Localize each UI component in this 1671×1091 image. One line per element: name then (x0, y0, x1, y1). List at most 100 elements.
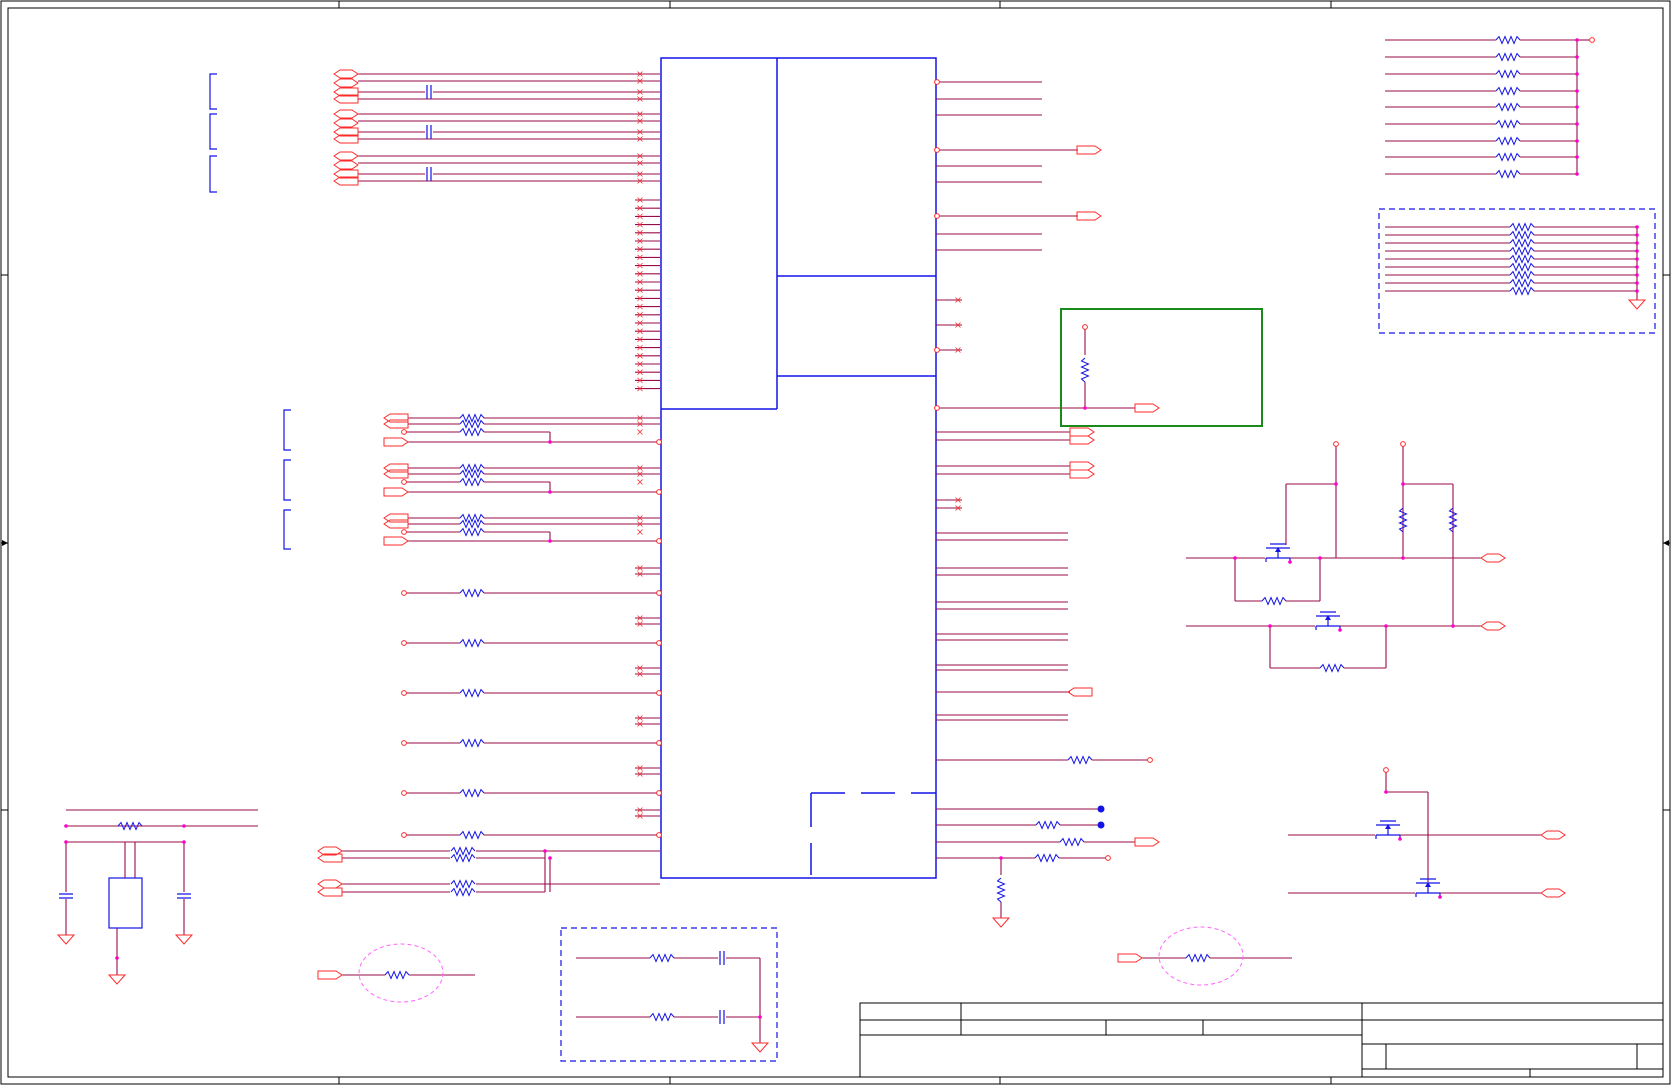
port-arrow-icon (1134, 837, 1160, 847)
frame-markers (2, 540, 1669, 546)
resistor-icon (1495, 136, 1521, 146)
junction-dot (1338, 628, 1342, 632)
resistor-icon (459, 477, 485, 487)
capacitor-icon (426, 85, 432, 99)
capacitor-icon (719, 1010, 725, 1024)
resistor-icon (1080, 357, 1090, 383)
port-arrow-icon (1480, 553, 1506, 563)
resistor-icon (1495, 169, 1521, 179)
port-arrow-icon (1540, 888, 1566, 898)
pin-terminal (401, 790, 407, 796)
port-arrow-icon (383, 437, 409, 447)
pin-terminal (1105, 855, 1111, 861)
resistor-icon (1185, 953, 1211, 963)
junction-dot (1575, 155, 1579, 159)
resistor-icon (1509, 270, 1535, 280)
port-arrow-icon (333, 118, 359, 128)
pin-terminal (401, 429, 407, 435)
no-connect-icon (637, 479, 643, 485)
resistor-icon (1509, 262, 1535, 272)
junction-dot (1401, 482, 1405, 486)
bracket-marker (209, 155, 217, 193)
pin-terminal (401, 832, 407, 838)
port-arrow-icon (333, 69, 359, 79)
junction-dot (1635, 249, 1639, 253)
junction-dot (1398, 837, 1402, 841)
port-arrow-icon (1067, 687, 1093, 697)
resistor-icon (649, 953, 675, 963)
junction-dot (1083, 406, 1087, 410)
port-arrow-icon (383, 519, 409, 529)
port-arrow-icon (333, 78, 359, 88)
pin-terminal (1589, 37, 1595, 43)
junction-dot (1635, 281, 1639, 285)
pin-terminal (1383, 767, 1389, 773)
ground-icon (991, 917, 1011, 928)
port-arrow-icon (383, 463, 409, 473)
junction-dot (1575, 72, 1579, 76)
port-arrow-icon (383, 513, 409, 523)
resistor-icon (996, 877, 1006, 903)
junction-dot (1575, 38, 1579, 42)
junction-dot (548, 490, 552, 494)
junction-dot (1575, 55, 1579, 59)
main-ic (660, 57, 937, 879)
resistor-icon (459, 588, 485, 598)
junction-dot (1575, 172, 1579, 176)
ground-icon (1627, 299, 1647, 310)
pin-terminal (401, 640, 407, 646)
junction-dot (1575, 122, 1579, 126)
ground-icon (56, 934, 76, 945)
resistor-icon (459, 738, 485, 748)
resistor-icon (459, 513, 485, 523)
no-connect-icon (637, 529, 643, 535)
pin-terminal (1082, 324, 1088, 330)
resistor-icon (459, 463, 485, 473)
sheet-frame (0, 0, 1671, 1085)
resistor-icon (459, 688, 485, 698)
resistor-icon (1509, 238, 1535, 248)
junction-dot (1438, 895, 1442, 899)
resistor-icon (1495, 69, 1521, 79)
resistor-icon (1495, 86, 1521, 96)
resistor-icon (1034, 853, 1060, 863)
resistor-icon (1509, 278, 1535, 288)
bracket-marker (209, 113, 217, 150)
pin-terminal (401, 690, 407, 696)
capacitor-icon (719, 951, 725, 965)
port-arrow-icon (1480, 621, 1506, 631)
junction-dot (1334, 482, 1338, 486)
junction-dot (1635, 241, 1639, 245)
resistor-icon (1067, 755, 1093, 765)
bracket-marker (283, 459, 291, 501)
pin-terminal (934, 347, 940, 353)
resistor-icon (1495, 52, 1521, 62)
pin-terminal (401, 529, 407, 535)
junction-dot (1233, 556, 1237, 560)
bracket-marker (209, 73, 217, 110)
resistor-icon (1495, 102, 1521, 112)
resistor-icon (1059, 837, 1085, 847)
title-block (859, 1002, 1664, 1078)
pin-terminal (401, 479, 407, 485)
junction-dot (548, 539, 552, 543)
dashed-region-bottom (560, 927, 778, 1062)
resistor-icon (459, 788, 485, 798)
bracket-marker (283, 409, 291, 451)
resistor-icon (1495, 35, 1521, 45)
capacitor-icon (426, 125, 432, 139)
resistor-icon (1261, 596, 1287, 606)
resistor-icon (450, 846, 476, 856)
note-ellipse-right (1158, 926, 1244, 986)
pin-terminal (1147, 757, 1153, 763)
junction-dot (548, 440, 552, 444)
junction-dot (1635, 257, 1639, 261)
resistor-icon (450, 879, 476, 889)
junction-dot (1451, 624, 1455, 628)
junction-dot (1635, 225, 1639, 229)
junction-dot (1384, 624, 1388, 628)
port-arrow-icon (1069, 435, 1095, 445)
junction-dot (1635, 233, 1639, 237)
resistor-icon (459, 638, 485, 648)
port-arrow-icon (1069, 427, 1095, 437)
